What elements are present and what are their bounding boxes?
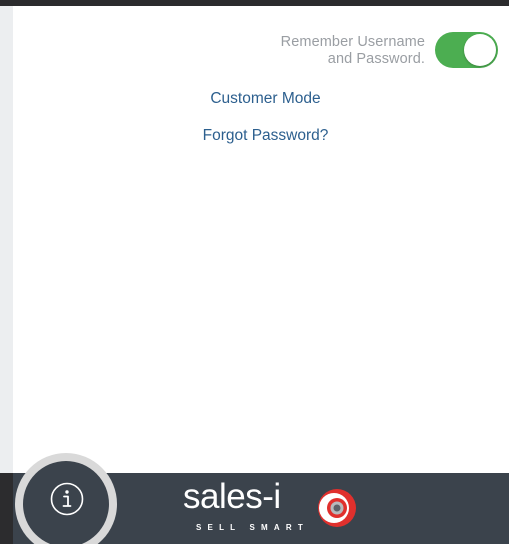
info-button-ring <box>15 453 117 544</box>
remember-credentials-toggle[interactable] <box>435 32 498 68</box>
info-icon[interactable] <box>50 482 84 516</box>
remember-label-line1: Remember Username <box>280 34 425 50</box>
customer-mode-link[interactable]: Customer Mode <box>13 90 509 108</box>
remember-credentials-label: Remember Username and Password. <box>281 34 425 68</box>
logo-wordmark: sales-i <box>183 477 281 516</box>
forgot-password-link[interactable]: Forgot Password? <box>13 127 509 145</box>
logo-tagline: SELL SMART <box>196 523 309 532</box>
left-rail <box>0 6 13 473</box>
info-button-inner <box>23 461 109 544</box>
toggle-knob <box>464 34 496 66</box>
sales-i-logo: sales-i SELL SMART <box>183 477 383 541</box>
login-screen: Remember Username and Password. Customer… <box>0 0 509 544</box>
login-panel: Remember Username and Password. Customer… <box>13 6 509 473</box>
remember-label-line2: and Password. <box>327 51 425 67</box>
logo-mark-icon <box>318 489 356 527</box>
